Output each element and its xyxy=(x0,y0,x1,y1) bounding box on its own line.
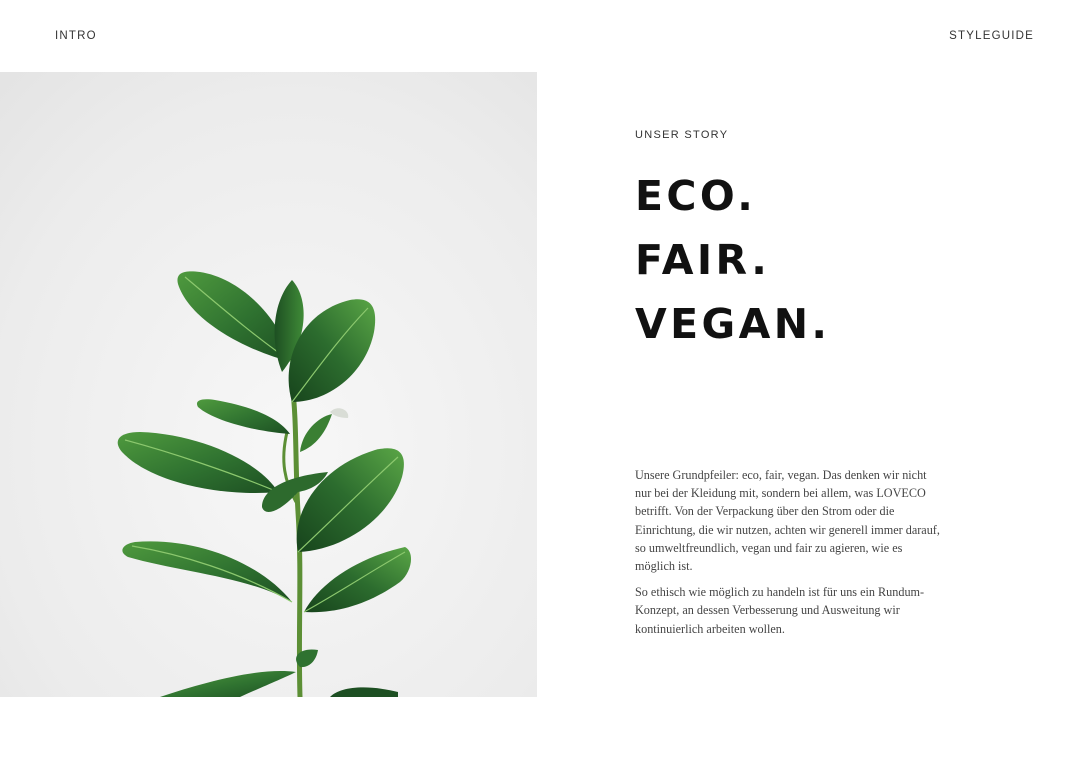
section-eyebrow: UNSER STORY xyxy=(635,129,729,141)
top-nav: INTRO STYLEGUIDE xyxy=(0,0,1088,72)
nav-link-styleguide[interactable]: STYLEGUIDE xyxy=(949,30,1034,42)
headline-line-eco: ECO. xyxy=(635,172,757,220)
hero-plant-image xyxy=(0,72,537,697)
story-paragraph: So ethisch wie möglich zu handeln ist fü… xyxy=(635,585,925,636)
nav-link-intro[interactable]: INTRO xyxy=(55,30,97,42)
story-paragraph: Unsere Grundpfeiler: eco, fair, vegan. D… xyxy=(635,468,940,574)
headline: ECO. FAIR. VEGAN. xyxy=(635,164,830,356)
story-body: Unsere Grundpfeiler: eco, fair, vegan. D… xyxy=(635,466,945,646)
headline-line-fair: FAIR. xyxy=(635,236,771,284)
headline-line-vegan: VEGAN. xyxy=(635,300,831,348)
